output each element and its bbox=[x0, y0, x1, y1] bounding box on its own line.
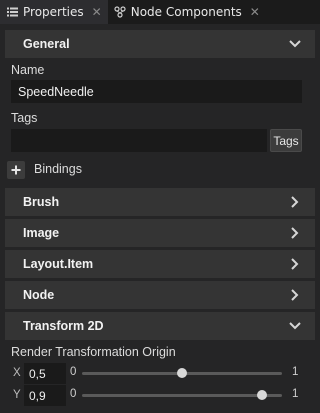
tags-field[interactable] bbox=[11, 129, 267, 152]
tags-button[interactable]: Tags bbox=[270, 129, 302, 152]
section-title: General bbox=[23, 37, 70, 51]
chevron-right-icon bbox=[289, 289, 301, 301]
plus-icon bbox=[11, 165, 21, 175]
name-label: Name bbox=[11, 63, 45, 77]
x-max-label: 1 bbox=[292, 366, 299, 378]
tab-node-components-label: Node Components bbox=[130, 5, 242, 19]
chevron-right-icon bbox=[289, 196, 301, 208]
section-layout-item[interactable]: Layout.Item bbox=[5, 250, 315, 278]
x-axis-label: X bbox=[13, 367, 21, 379]
section-title: Image bbox=[23, 226, 60, 240]
slider-thumb[interactable] bbox=[257, 390, 267, 400]
section-image[interactable]: Image bbox=[5, 219, 315, 247]
bindings-label: Bindings bbox=[34, 162, 82, 176]
section-title: Brush bbox=[23, 195, 60, 209]
origin-label: Render Transformation Origin bbox=[11, 345, 176, 359]
section-node[interactable]: Node bbox=[5, 281, 315, 309]
chevron-right-icon bbox=[289, 227, 301, 239]
section-general[interactable]: General bbox=[5, 30, 315, 58]
origin-x-field[interactable]: 0,5 bbox=[24, 363, 66, 384]
section-title: Layout.Item bbox=[23, 257, 94, 271]
tags-label: Tags bbox=[11, 111, 38, 125]
section-title: Transform 2D bbox=[23, 319, 104, 333]
y-axis-label: Y bbox=[13, 389, 21, 401]
add-binding-button[interactable] bbox=[7, 161, 25, 179]
tab-properties-label: Properties bbox=[23, 5, 84, 19]
close-icon[interactable]: ✕ bbox=[92, 5, 102, 19]
chevron-right-icon bbox=[289, 258, 301, 270]
chevron-down-icon bbox=[289, 38, 301, 50]
section-title: Node bbox=[23, 288, 55, 302]
origin-y-slider[interactable] bbox=[82, 390, 282, 400]
origin-x-slider[interactable] bbox=[82, 368, 282, 378]
name-field[interactable]: SpeedNeedle bbox=[11, 80, 302, 103]
tab-bar: Properties ✕ Node Components ✕ bbox=[0, 0, 320, 24]
x-min-label: 0 bbox=[70, 366, 77, 378]
y-max-label: 1 bbox=[292, 388, 299, 400]
section-brush[interactable]: Brush bbox=[5, 188, 315, 216]
origin-y-field[interactable]: 0,9 bbox=[24, 385, 66, 406]
y-min-label: 0 bbox=[70, 388, 77, 400]
chevron-down-icon bbox=[289, 320, 301, 332]
slider-thumb[interactable] bbox=[177, 368, 187, 378]
tab-properties[interactable]: Properties ✕ bbox=[0, 0, 108, 24]
close-icon[interactable]: ✕ bbox=[250, 5, 260, 19]
section-transform-2d[interactable]: Transform 2D bbox=[5, 312, 315, 340]
tab-node-components[interactable]: Node Components ✕ bbox=[108, 0, 266, 24]
list-icon bbox=[6, 6, 18, 18]
components-icon bbox=[114, 6, 126, 18]
